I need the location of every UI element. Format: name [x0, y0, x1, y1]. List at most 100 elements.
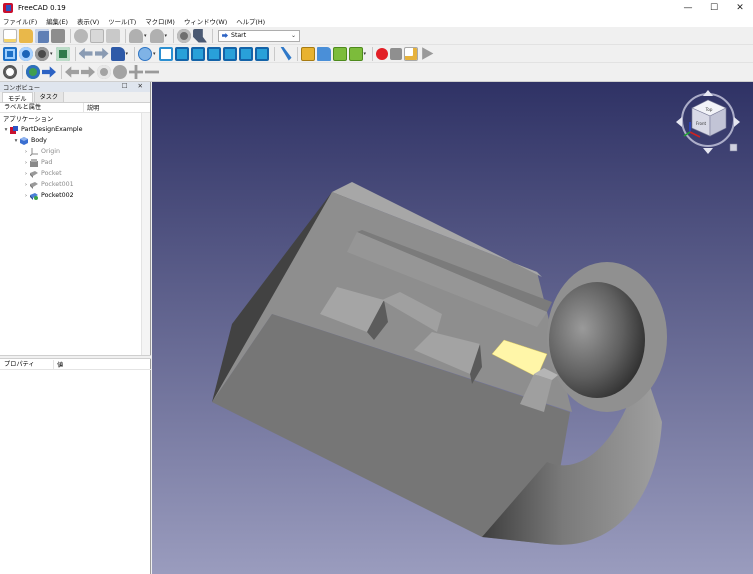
whats-this-icon[interactable]	[193, 28, 208, 43]
rear-view-icon[interactable]	[222, 46, 237, 61]
combo-view-panel: コンボビュー ☐ ✕ モデル タスク ラベルと属性 説明 アプリケーション ▾ …	[0, 82, 151, 574]
menu-view[interactable]: 表示(V)	[77, 17, 99, 26]
fit-selection-icon[interactable]	[19, 46, 33, 61]
menu-macro[interactable]: マクロ(M)	[145, 17, 175, 26]
combo-tabs: モデル タスク	[0, 90, 150, 103]
start-workbench-icon	[222, 33, 229, 38]
menu-windows[interactable]: ウィンドウ(W)	[184, 17, 227, 26]
isometric-view-icon[interactable]	[158, 46, 173, 61]
pocket-icon	[30, 181, 38, 189]
create-part-icon[interactable]	[300, 46, 315, 61]
property-col-header[interactable]: プロパティ	[0, 359, 54, 370]
right-view-icon[interactable]	[206, 46, 221, 61]
tools-dropdown-icon[interactable]: ▾	[126, 51, 129, 57]
top-view-icon[interactable]	[190, 46, 205, 61]
bottom-view-icon[interactable]	[238, 46, 253, 61]
expand-arrow-icon[interactable]: ▾	[12, 138, 20, 144]
expand-arrow-icon[interactable]: ›	[22, 149, 30, 155]
goto-arrow-icon[interactable]	[42, 66, 56, 78]
left-view-icon[interactable]	[254, 46, 269, 61]
expand-arrow-icon[interactable]: ›	[22, 160, 30, 166]
zoom-in-plus-icon[interactable]	[129, 65, 143, 79]
draw-style-icon[interactable]	[35, 46, 49, 61]
tree-item-pocket002[interactable]: › Pocket002	[0, 190, 150, 201]
forward-arrow-icon[interactable]	[94, 47, 109, 60]
undo-dropdown-icon[interactable]: ▾	[144, 33, 147, 39]
tree-header-label-col[interactable]: ラベルと属性	[0, 102, 84, 113]
refresh-icon[interactable]	[177, 28, 192, 43]
document-icon	[10, 125, 18, 134]
panel-splitter[interactable]	[0, 355, 151, 359]
model-bore-hole[interactable]	[549, 282, 645, 398]
no-symbol-icon[interactable]	[3, 65, 17, 79]
close-button[interactable]: ✕	[727, 0, 753, 16]
new-document-icon[interactable]	[3, 28, 17, 43]
link-dropdown-icon[interactable]: ▾	[364, 51, 367, 57]
tree-item-label: Pad	[41, 159, 53, 166]
pocket-active-icon	[30, 192, 38, 200]
link-icon[interactable]	[332, 46, 347, 61]
tree-item-origin[interactable]: › Origin	[0, 146, 150, 157]
workbench-selector[interactable]: Start ⌄	[218, 29, 301, 42]
menu-help[interactable]: ヘルプ(H)	[236, 17, 265, 26]
workbench-tools-icon[interactable]	[110, 46, 125, 61]
tab-model[interactable]: モデル	[2, 92, 33, 103]
maximize-button[interactable]: ☐	[701, 0, 727, 16]
toolbar-separator	[212, 28, 214, 43]
3d-scene[interactable]: Top Front	[152, 82, 753, 574]
expand-arrow-icon[interactable]: ▾	[2, 127, 10, 133]
web-forward-icon[interactable]	[81, 66, 95, 78]
menu-edit[interactable]: 編集(E)	[46, 17, 68, 26]
freecad-logo-icon	[3, 3, 13, 13]
web-back-icon[interactable]	[65, 66, 79, 78]
measure-distance-icon[interactable]	[280, 46, 292, 61]
back-arrow-icon[interactable]	[78, 47, 93, 60]
front-view-icon[interactable]	[174, 46, 189, 61]
tree-item-partdesignexample[interactable]: ▾ PartDesignExample	[0, 124, 150, 135]
macro-stop-icon[interactable]	[390, 47, 403, 60]
std-views-dropdown-icon[interactable]: ▾	[153, 51, 156, 57]
tree-scrollbar[interactable]	[141, 113, 150, 358]
toolbar-separator	[134, 46, 136, 61]
macro-edit-icon[interactable]	[404, 46, 419, 61]
std-views-icon[interactable]	[138, 46, 153, 61]
save-icon[interactable]	[35, 28, 49, 43]
menu-tools[interactable]: ツール(T)	[108, 17, 136, 26]
tree-item-pocket001[interactable]: › Pocket001	[0, 179, 150, 190]
fit-all-icon[interactable]	[3, 46, 17, 61]
menu-file[interactable]: ファイル(F)	[3, 17, 37, 26]
draw-style-dropdown-icon[interactable]: ▾	[50, 51, 53, 57]
tree-item-pocket[interactable]: › Pocket	[0, 168, 150, 179]
cut-icon[interactable]	[74, 28, 88, 43]
zoom-out-minus-icon[interactable]	[145, 70, 159, 74]
pad-icon	[30, 158, 38, 167]
expand-arrow-icon[interactable]: ›	[22, 182, 30, 188]
save-as-icon[interactable]	[51, 28, 65, 43]
navcube-menu-icon[interactable]	[729, 143, 738, 152]
redo-dropdown-icon[interactable]: ▾	[165, 33, 168, 39]
application-label: アプリケーション	[3, 116, 54, 123]
tree-header-desc-col[interactable]: 説明	[84, 103, 99, 112]
expand-arrow-icon[interactable]: ›	[22, 193, 30, 199]
panel-float-close-buttons[interactable]: ☐ ✕	[122, 82, 147, 90]
tree-item-pad[interactable]: › Pad	[0, 157, 150, 168]
undo-icon[interactable]	[129, 28, 143, 43]
web-stop-icon[interactable]	[113, 65, 127, 79]
start-page-icon[interactable]	[26, 65, 40, 79]
expand-arrow-icon[interactable]: ›	[22, 171, 30, 177]
tree-item-body[interactable]: ▾ Body	[0, 135, 150, 146]
open-folder-icon[interactable]	[19, 28, 33, 43]
bounding-box-icon[interactable]	[55, 46, 70, 61]
minimize-button[interactable]: —	[675, 0, 701, 16]
web-refresh-icon[interactable]	[97, 65, 111, 79]
macro-play-icon[interactable]	[422, 47, 434, 60]
value-col-header[interactable]: 値	[54, 360, 63, 369]
macro-record-icon[interactable]	[376, 47, 389, 60]
toolbar-separator	[22, 65, 23, 79]
paste-icon[interactable]	[106, 28, 120, 43]
link-actions-icon[interactable]	[348, 46, 363, 61]
create-group-icon[interactable]	[316, 46, 331, 61]
redo-icon[interactable]	[149, 28, 164, 43]
copy-icon[interactable]	[90, 28, 104, 43]
3d-viewport[interactable]: Top Front	[152, 82, 753, 574]
